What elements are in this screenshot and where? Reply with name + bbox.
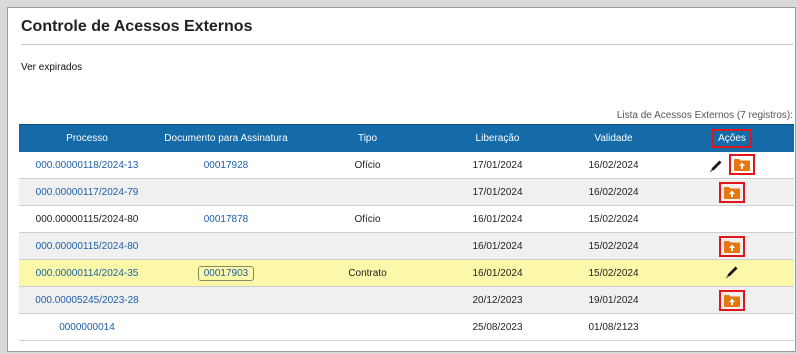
col-header-documento: Documento para Assinatura	[155, 124, 297, 152]
validade-cell: 15/02/2024	[588, 213, 639, 225]
processo-link[interactable]: 000.00000118/2024-13	[36, 160, 139, 171]
processo-link[interactable]: 000.00000115/2024-80	[36, 241, 139, 252]
validade-cell: 16/02/2024	[588, 159, 639, 171]
col-header-acoes: Ações	[670, 124, 794, 152]
table-row: 0000000014 25/08/2023 01/08/2123	[19, 313, 794, 341]
processo-link[interactable]: 0000000014	[59, 322, 115, 333]
pen-icon[interactable]	[709, 159, 723, 176]
folder-upload-button[interactable]	[719, 181, 745, 203]
validade-cell: 16/02/2024	[588, 186, 639, 198]
folder-upload-button[interactable]	[729, 153, 756, 175]
external-access-table: Processo Documento para Assinatura Tipo …	[19, 124, 794, 341]
acoes-label: Ações	[712, 129, 752, 148]
processo-link[interactable]: 000.00000114/2024-35	[36, 268, 139, 279]
col-header-tipo: Tipo	[297, 124, 438, 152]
tipo-cell: Ofício	[354, 213, 381, 225]
folder-upload-button[interactable]	[719, 289, 745, 311]
processo-text: 000.00000115/2024-80	[35, 213, 139, 225]
page-title: Controle de Acessos Externos	[21, 18, 253, 35]
folder-upload-icon	[724, 294, 740, 307]
documento-link[interactable]: 00017878	[204, 214, 249, 225]
validade-cell: 15/02/2024	[588, 240, 639, 252]
main-panel: Controle de Acessos Externos Ver expirad…	[7, 7, 796, 352]
table-row: 000.00000117/2024-79 17/01/2024 16/02/20…	[19, 178, 794, 206]
processo-link[interactable]: 000.00000117/2024-79	[36, 187, 139, 198]
liberacao-cell: 16/01/2024	[472, 213, 523, 225]
table-row: 000.00000115/2024-80 00017878 Ofício 16/…	[19, 205, 794, 233]
col-header-liberacao: Liberação	[438, 124, 557, 152]
table-row: 000.00000118/2024-13 00017928 Ofício 17/…	[19, 152, 794, 179]
col-header-processo: Processo	[19, 124, 155, 152]
table-caption: Lista de Acessos Externos (7 registros):	[616, 110, 793, 121]
processo-link[interactable]: 000.00005245/2023-28	[35, 295, 138, 306]
folder-upload-icon	[734, 158, 751, 171]
validade-cell: 19/01/2024	[588, 294, 639, 306]
liberacao-cell: 25/08/2023	[472, 321, 523, 333]
folder-upload-button[interactable]	[719, 235, 745, 257]
documento-link[interactable]: 00017928	[204, 160, 249, 171]
table-row-highlighted: 000.00000114/2024-35 00017903 Contrato 1…	[19, 259, 794, 287]
col-header-validade: Validade	[557, 124, 670, 152]
liberacao-cell: 16/01/2024	[472, 267, 523, 279]
title-divider	[21, 44, 793, 45]
liberacao-cell: 16/01/2024	[472, 240, 523, 252]
view-expired-link[interactable]: Ver expirados	[21, 62, 82, 73]
liberacao-cell: 17/01/2024	[472, 159, 523, 171]
tipo-cell: Contrato	[348, 267, 387, 279]
folder-upload-icon	[724, 186, 740, 199]
validade-cell: 01/08/2123	[588, 321, 639, 333]
table-row: 000.00000115/2024-80 16/01/2024 15/02/20…	[19, 232, 794, 260]
documento-link[interactable]: 00017903	[197, 265, 255, 281]
table-row: 000.00005245/2023-28 20/12/2023 19/01/20…	[19, 286, 794, 314]
folder-upload-icon	[724, 240, 740, 253]
validade-cell: 15/02/2024	[588, 267, 639, 279]
tipo-cell: Ofício	[354, 159, 381, 171]
table-header-row: Processo Documento para Assinatura Tipo …	[19, 124, 794, 152]
liberacao-cell: 17/01/2024	[472, 186, 523, 198]
pen-icon[interactable]	[725, 265, 739, 282]
liberacao-cell: 20/12/2023	[472, 294, 523, 306]
